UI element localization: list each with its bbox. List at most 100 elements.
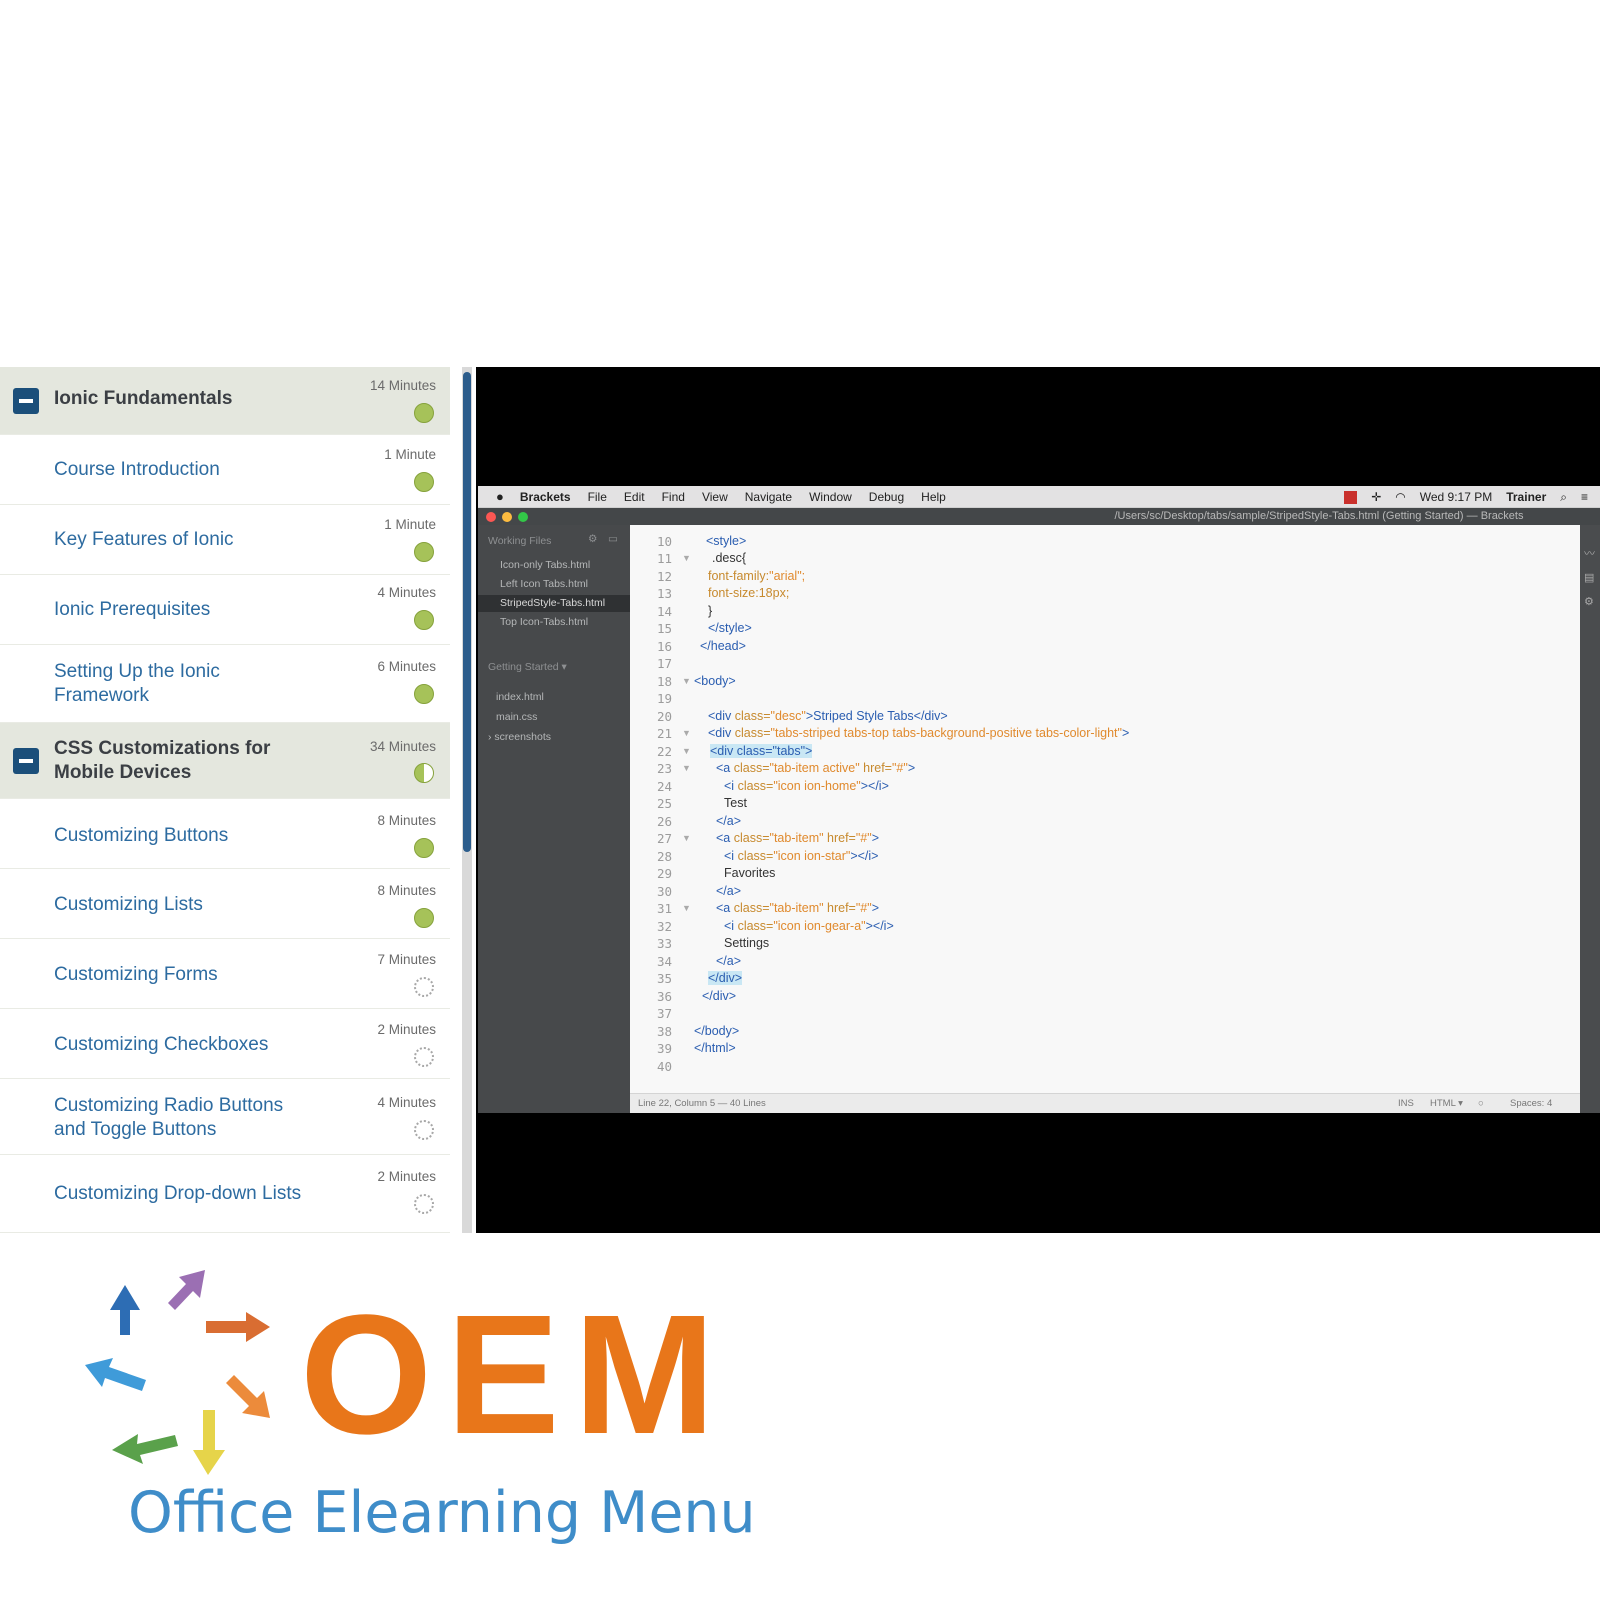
menu-debug: Debug bbox=[868, 489, 905, 504]
code-token: class= bbox=[734, 726, 771, 740]
code-token: <i bbox=[724, 849, 738, 863]
line-number: 27 bbox=[656, 831, 672, 846]
css-property: font-family: bbox=[708, 569, 770, 583]
section-css-customizations[interactable]: CSS Customizations for Mobile Devices 34… bbox=[0, 723, 450, 799]
lesson-row[interactable]: Setting Up the Ionic Framework 6 Minutes bbox=[0, 645, 450, 723]
lesson-title[interactable]: Setting Up the Ionic Framework bbox=[54, 660, 354, 708]
code-line: <a class="tab-item" href="#"> bbox=[716, 901, 879, 915]
code-line-matched-tag: </div> bbox=[708, 971, 743, 985]
line-number: 25 bbox=[656, 796, 672, 811]
project-file-item: index.html bbox=[496, 691, 544, 703]
line-number: 17 bbox=[656, 656, 672, 671]
progress-complete-icon bbox=[414, 610, 434, 630]
line-number: 15 bbox=[656, 621, 672, 636]
working-files-header: Working Files bbox=[488, 535, 552, 547]
collapse-icon[interactable] bbox=[13, 748, 39, 774]
fold-arrow-icon: ▼ bbox=[682, 903, 691, 913]
gear-icon: ⚙ bbox=[588, 533, 598, 545]
code-token: class= bbox=[733, 761, 770, 775]
lesson-row[interactable]: Customizing Drop-down Lists 2 Minutes bbox=[0, 1155, 450, 1233]
brand-mark: OEM bbox=[300, 1280, 730, 1470]
language-mode: HTML ▾ bbox=[1430, 1098, 1463, 1109]
line-number: 34 bbox=[656, 954, 672, 969]
menu-file: File bbox=[587, 489, 607, 504]
line-number: 10 bbox=[656, 534, 672, 549]
code-line: font-size:18px; bbox=[708, 586, 790, 600]
line-number: 38 bbox=[656, 1024, 672, 1039]
css-value: "arial"; bbox=[769, 569, 806, 583]
lesson-title[interactable]: Customizing Forms bbox=[54, 963, 354, 987]
lesson-title-line: Setting Up the Ionic bbox=[54, 661, 220, 682]
lesson-duration: 4 Minutes bbox=[377, 585, 436, 600]
code-line-highlighted: <div class="tabs"> bbox=[710, 744, 813, 758]
crosshair-icon: ✛ bbox=[1371, 490, 1382, 504]
lesson-title[interactable]: Key Features of Ionic bbox=[54, 528, 354, 552]
lesson-title[interactable]: Customizing Radio Buttons and Toggle But… bbox=[54, 1094, 354, 1142]
code-line: .desc{ bbox=[712, 551, 747, 565]
lesson-row[interactable]: Customizing Buttons 8 Minutes bbox=[0, 799, 450, 869]
window-titlebar: /Users/sc/Desktop/tabs/sample/StripedSty… bbox=[478, 508, 1600, 525]
lesson-title[interactable]: Customizing Buttons bbox=[54, 824, 354, 848]
lesson-title[interactable]: Course Introduction bbox=[54, 458, 354, 482]
line-number: 32 bbox=[656, 919, 672, 934]
lesson-duration: 2 Minutes bbox=[377, 1169, 436, 1184]
lesson-title[interactable]: Customizing Drop-down Lists bbox=[54, 1182, 354, 1206]
brand-tagline: Office Elearning Menu bbox=[128, 1480, 756, 1546]
menu-app-name: Brackets bbox=[519, 489, 571, 504]
code-token: "#" bbox=[855, 901, 872, 915]
collapse-icon[interactable] bbox=[13, 388, 39, 414]
progress-complete-icon bbox=[414, 908, 434, 928]
line-number: 39 bbox=[656, 1041, 672, 1056]
lesson-row[interactable]: Ionic Prerequisites 4 Minutes bbox=[0, 575, 450, 645]
progress-not-started-icon bbox=[414, 977, 434, 997]
code-token: "tab-item" bbox=[769, 901, 824, 915]
progress-complete-icon bbox=[414, 472, 434, 492]
lesson-title[interactable]: Customizing Checkboxes bbox=[54, 1033, 354, 1057]
menu-find: Find bbox=[661, 489, 685, 504]
project-file-item: main.css bbox=[496, 711, 538, 723]
lesson-row[interactable]: Customizing Radio Buttons and Toggle But… bbox=[0, 1079, 450, 1155]
code-token: class= bbox=[737, 779, 774, 793]
lesson-row[interactable]: Course Introduction 1 Minute bbox=[0, 435, 450, 505]
code-token: class= bbox=[734, 709, 771, 723]
lesson-title[interactable]: Ionic Prerequisites bbox=[54, 598, 354, 622]
code-token: > bbox=[907, 761, 916, 775]
arrow-orange-right bbox=[206, 1312, 270, 1342]
code-line: </html> bbox=[694, 1041, 736, 1055]
code-line: </a> bbox=[716, 954, 742, 968]
lesson-title[interactable]: Customizing Lists bbox=[54, 893, 354, 917]
lesson-row[interactable]: Customizing Forms 7 Minutes bbox=[0, 939, 450, 1009]
line-number: 20 bbox=[656, 709, 672, 724]
lesson-row[interactable]: Key Features of Ionic 1 Minute bbox=[0, 505, 450, 575]
code-token: "desc" bbox=[770, 709, 806, 723]
outline-scrollbar-thumb[interactable] bbox=[463, 372, 471, 852]
window-title: /Users/sc/Desktop/tabs/sample/StripedSty… bbox=[1114, 510, 1524, 522]
line-number: 33 bbox=[656, 936, 672, 951]
line-number: 30 bbox=[656, 884, 672, 899]
code-line: font-family:"arial"; bbox=[708, 569, 805, 583]
lesson-duration: 2 Minutes bbox=[377, 1022, 436, 1037]
working-file-item: Left Icon Tabs.html bbox=[500, 578, 588, 590]
progress-complete-icon bbox=[414, 684, 434, 704]
section-title-line: CSS Customizations for bbox=[54, 738, 271, 759]
working-file-item-selected: StripedStyle-Tabs.html bbox=[478, 595, 630, 612]
code-token: <i bbox=[724, 779, 738, 793]
lesson-row[interactable]: Customizing Lists 8 Minutes bbox=[0, 869, 450, 939]
code-token: <i bbox=[724, 919, 738, 933]
code-token: >Striped Style Tabs</div> bbox=[805, 709, 948, 723]
menubar-user: Trainer bbox=[1506, 490, 1547, 504]
progress-complete-icon bbox=[414, 403, 434, 423]
line-number: 24 bbox=[656, 779, 672, 794]
close-window-icon bbox=[486, 512, 496, 522]
lesson-row[interactable]: Customizing Checkboxes 2 Minutes bbox=[0, 1009, 450, 1079]
arrow-lightblue bbox=[85, 1358, 146, 1391]
section-ionic-fundamentals[interactable]: Ionic Fundamentals 14 Minutes bbox=[0, 367, 450, 435]
line-number: 12 bbox=[656, 569, 672, 584]
arrow-green bbox=[112, 1434, 178, 1464]
section-title: CSS Customizations for Mobile Devices bbox=[54, 737, 354, 785]
video-player[interactable]: ● Brackets File Edit Find View Navigate … bbox=[476, 367, 1600, 1233]
code-line: <div class="desc">Striped Style Tabs</di… bbox=[708, 709, 948, 723]
code-token: class= bbox=[737, 849, 774, 863]
fold-arrow-icon: ▼ bbox=[682, 728, 691, 738]
menu-window: Window bbox=[809, 489, 852, 504]
